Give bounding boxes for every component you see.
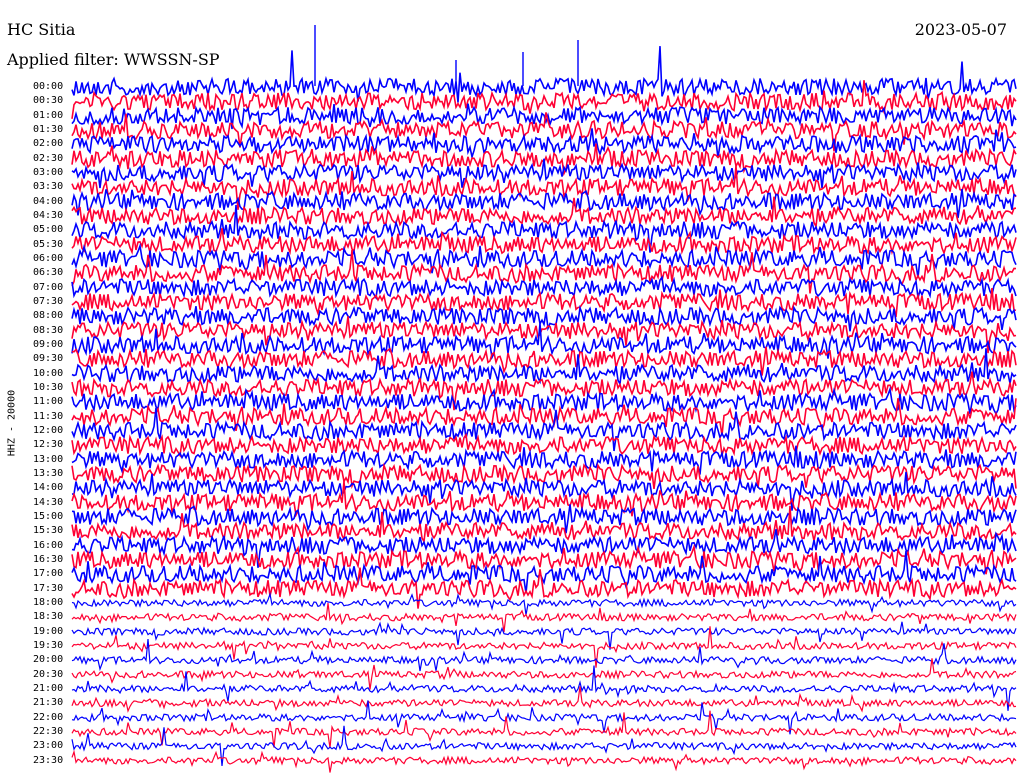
time-label: 23:00 xyxy=(33,740,64,752)
time-label: 01:30 xyxy=(33,123,64,135)
time-label: 05:30 xyxy=(33,238,64,250)
time-label: 19:30 xyxy=(33,639,64,651)
time-label: 00:00 xyxy=(33,81,64,92)
channel-axis-label: HHZ - 20000 xyxy=(6,389,18,457)
time-label: 14:30 xyxy=(33,496,64,508)
time-label: 10:00 xyxy=(33,367,64,379)
time-label: 18:00 xyxy=(33,596,64,608)
time-label: 20:00 xyxy=(33,654,64,666)
time-label: 09:00 xyxy=(33,338,64,350)
time-label: 20:30 xyxy=(33,668,64,680)
trace-row-1830 xyxy=(71,603,1017,633)
time-label: 06:00 xyxy=(33,252,64,264)
time-label: 07:30 xyxy=(33,295,64,307)
trace-row-2230 xyxy=(71,710,1017,749)
time-label: 04:30 xyxy=(33,209,64,221)
time-label: 22:00 xyxy=(33,711,64,723)
time-label: 17:00 xyxy=(33,568,64,580)
time-label: 09:30 xyxy=(33,353,64,365)
time-label: 06:30 xyxy=(33,267,64,279)
time-label: 08:00 xyxy=(33,310,64,322)
time-label: 02:00 xyxy=(33,138,64,150)
time-label: 13:30 xyxy=(33,467,64,479)
time-label: 17:30 xyxy=(33,582,64,594)
time-label: 21:30 xyxy=(33,697,64,709)
time-label: 03:00 xyxy=(33,166,64,178)
helicorder-plot xyxy=(71,25,1017,773)
time-label: 04:00 xyxy=(33,195,64,207)
time-label: 05:00 xyxy=(33,224,64,236)
time-label: 12:00 xyxy=(33,424,64,436)
time-label: 18:30 xyxy=(33,611,64,623)
trace-row-2030 xyxy=(71,658,1017,690)
time-label: 08:30 xyxy=(33,324,64,336)
time-label: 16:30 xyxy=(33,553,64,565)
time-label: 11:30 xyxy=(33,410,64,422)
time-label: 21:00 xyxy=(33,682,64,694)
trace-row-2330 xyxy=(71,749,1017,773)
time-label: 03:30 xyxy=(33,181,64,193)
trace-row-0200 xyxy=(71,128,1017,161)
time-label: 16:00 xyxy=(33,539,64,551)
time-label: 23:30 xyxy=(33,754,64,766)
time-label: 19:00 xyxy=(33,625,64,637)
date-label: 2023-05-07 xyxy=(914,20,1007,39)
time-label: 02:30 xyxy=(33,152,64,164)
time-label: 12:30 xyxy=(33,439,64,451)
time-label: 11:00 xyxy=(33,396,64,408)
time-label: 13:00 xyxy=(33,453,64,465)
trace-row-0930 xyxy=(71,346,1017,376)
time-label: 10:30 xyxy=(33,381,64,393)
time-label: 00:30 xyxy=(33,95,64,107)
time-label: 22:30 xyxy=(33,725,64,737)
time-label: 07:00 xyxy=(33,281,64,293)
time-label: 15:00 xyxy=(33,510,64,522)
time-label: 15:30 xyxy=(33,525,64,537)
time-label: 14:00 xyxy=(33,482,64,494)
time-label: 01:00 xyxy=(33,109,64,121)
trace-row-1900 xyxy=(71,621,1017,650)
trace-row-0700 xyxy=(71,275,1017,301)
